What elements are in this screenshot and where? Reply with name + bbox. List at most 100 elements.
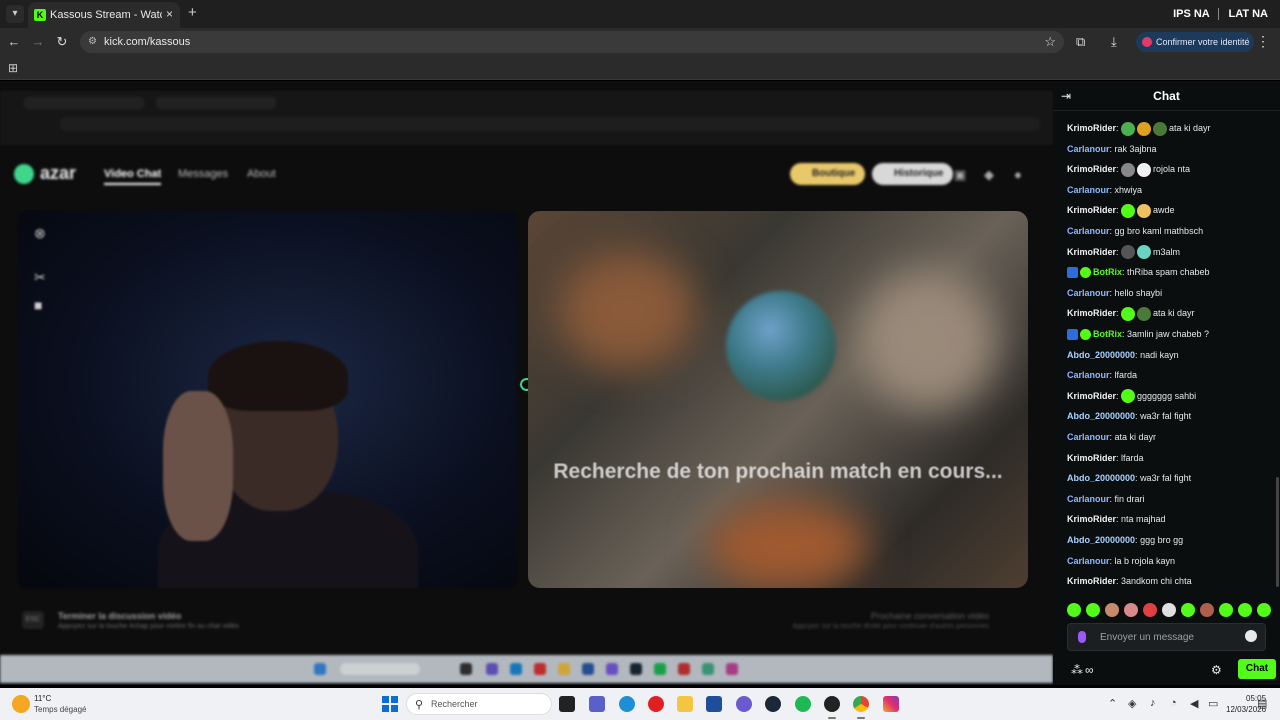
emote-quick-bar: [1067, 601, 1277, 619]
streamed-app-icon: [558, 663, 570, 675]
more-menu-icon[interactable]: ⋮: [1256, 33, 1270, 50]
steam-icon[interactable]: [765, 696, 781, 712]
bookmark-star-icon[interactable]: ☆: [1044, 34, 1056, 50]
chat-username[interactable]: Abdo_20000000: [1067, 473, 1135, 483]
bell-icon: ◆: [984, 167, 994, 182]
microphone-tray-icon[interactable]: ♪: [1150, 697, 1156, 709]
tab-close-icon[interactable]: ×: [166, 7, 173, 21]
store-icon[interactable]: [706, 696, 722, 712]
user-badges-icon[interactable]: ⁂: [1071, 663, 1083, 677]
extensions-icon[interactable]: ⧉: [1076, 34, 1085, 50]
chat-username[interactable]: Abdo_20000000: [1067, 411, 1135, 421]
chat-settings-gear-icon[interactable]: ⚙: [1211, 663, 1222, 677]
chat-username[interactable]: BotRix: [1093, 329, 1122, 339]
notification-bell-icon[interactable]: ▤: [1257, 697, 1267, 710]
streamed-app-icon: [654, 663, 666, 675]
weather-sun-icon[interactable]: [12, 695, 30, 713]
quick-emote-icon[interactable]: [1219, 602, 1233, 617]
chat-username[interactable]: Carlanour: [1067, 432, 1110, 442]
end-chat-title: Terminer la discussion vidéo: [58, 611, 182, 621]
new-tab-button[interactable]: +: [188, 4, 197, 21]
quick-emote-icon[interactable]: [1067, 602, 1081, 617]
infinity-icon[interactable]: ∞: [1085, 663, 1094, 677]
chat-username[interactable]: Carlanour: [1067, 370, 1110, 380]
network-icon[interactable]: ◈: [1128, 697, 1136, 710]
file-explorer-icon[interactable]: [677, 696, 693, 712]
chat-username[interactable]: KrimoRider: [1067, 453, 1116, 463]
emoji-picker-icon[interactable]: [1245, 630, 1257, 642]
stream-player[interactable]: azar Video Chat Messages About Boutique …: [0, 81, 1053, 685]
chat-message-text: gg bro kaml mathbsch: [1114, 226, 1204, 236]
chat-username[interactable]: Carlanour: [1067, 556, 1110, 566]
chat-username[interactable]: Carlanour: [1067, 185, 1110, 195]
chat-message-text: ggggggg sahbi: [1137, 390, 1197, 401]
chrome-icon[interactable]: [853, 696, 869, 712]
tab-search-icon[interactable]: ▾: [6, 5, 24, 23]
forward-arrow-icon[interactable]: →: [30, 34, 46, 50]
chat-username[interactable]: Abdo_20000000: [1067, 535, 1135, 545]
edge-icon[interactable]: [619, 696, 635, 712]
back-arrow-icon[interactable]: ←: [6, 34, 22, 50]
chat-send-button[interactable]: Chat: [1238, 659, 1276, 679]
windows-start-icon[interactable]: [382, 696, 398, 712]
site-info-icon[interactable]: ⚙: [88, 36, 97, 47]
chat-username[interactable]: KrimoRider: [1067, 391, 1116, 401]
quick-emote-icon[interactable]: [1238, 602, 1252, 617]
quick-emote-icon[interactable]: [1162, 602, 1176, 617]
spotify-icon[interactable]: [795, 696, 811, 712]
quick-emote-icon[interactable]: [1257, 602, 1271, 617]
chat-username[interactable]: Abdo_20000000: [1067, 350, 1135, 360]
chat-username[interactable]: KrimoRider: [1067, 308, 1116, 318]
discord-icon[interactable]: [736, 696, 752, 712]
chat-scrollbar[interactable]: [1276, 477, 1279, 587]
obs-icon[interactable]: [824, 696, 840, 712]
chat-username[interactable]: Carlanour: [1067, 494, 1110, 504]
chat-username[interactable]: BotRix: [1093, 267, 1122, 277]
chat-message-text: nadi kayn: [1140, 349, 1179, 360]
bot-badge-icon: [1067, 329, 1078, 341]
quick-emote-icon[interactable]: [1200, 602, 1214, 617]
download-icon[interactable]: ⤓: [1111, 34, 1117, 50]
opera-icon[interactable]: [648, 696, 664, 712]
chat-username[interactable]: KrimoRider: [1067, 514, 1116, 524]
tab-kassous-stream[interactable]: K Kassous Stream - Watch Live o ×: [28, 2, 180, 28]
quick-emote-icon[interactable]: [1124, 602, 1138, 617]
confirm-identity-button[interactable]: Confirmer votre identité: [1136, 32, 1254, 52]
task-view-icon[interactable]: [559, 696, 575, 712]
quick-emote-icon[interactable]: [1181, 602, 1195, 617]
chat-username[interactable]: KrimoRider: [1067, 205, 1116, 215]
effects-icon: ✂: [34, 269, 46, 285]
chat-emote-icon: [1121, 121, 1136, 136]
instagram-icon[interactable]: [883, 696, 899, 712]
teams-icon[interactable]: [589, 696, 605, 712]
apps-grid-icon[interactable]: ⊞: [8, 61, 18, 75]
chat-message-text: ata ki dayr: [1169, 123, 1211, 133]
chat-message: Carlanour: hello shaybi: [1067, 283, 1277, 303]
chat-username[interactable]: Carlanour: [1067, 226, 1110, 236]
streamer-hand: [163, 391, 233, 541]
volume-icon[interactable]: ◀: [1190, 697, 1198, 710]
wifi-icon[interactable]: ◔: [1170, 697, 1177, 709]
show-hidden-icons-chevron-icon[interactable]: ⌃: [1108, 697, 1117, 710]
chat-message-input[interactable]: Envoyer un message: [1067, 623, 1266, 651]
chat-emote-icon: [1137, 307, 1152, 322]
url-field[interactable]: ⚙ kick.com/kassous ☆: [80, 31, 1064, 53]
quick-emote-icon[interactable]: [1105, 602, 1119, 617]
quick-emote-icon[interactable]: [1143, 602, 1157, 617]
end-chat-subtitle: Appuyez sur la touche échap pour mettre …: [58, 623, 239, 630]
chat-username[interactable]: Carlanour: [1067, 288, 1110, 298]
profile-icon: ●: [1014, 167, 1022, 182]
microphone-icon[interactable]: [1078, 631, 1086, 643]
chat-username[interactable]: KrimoRider: [1067, 164, 1116, 174]
taskbar-search-box[interactable]: ⚲ Rechercher: [406, 693, 552, 715]
reload-icon[interactable]: ↻: [54, 34, 70, 50]
quick-emote-icon[interactable]: [1086, 602, 1100, 617]
chat-username[interactable]: KrimoRider: [1067, 576, 1116, 586]
chat-username[interactable]: Carlanour: [1067, 144, 1110, 154]
battery-icon[interactable]: ▭: [1208, 697, 1218, 710]
chat-header: ⇥ Chat: [1053, 81, 1280, 111]
chat-username[interactable]: KrimoRider: [1067, 247, 1116, 257]
streamed-app-icon: [582, 663, 594, 675]
weather-description: Temps dégagé: [34, 705, 87, 714]
chat-username[interactable]: KrimoRider: [1067, 123, 1116, 133]
